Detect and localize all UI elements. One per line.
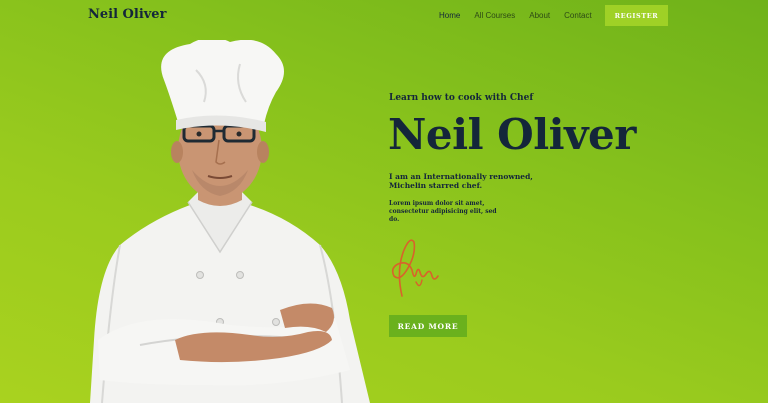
hero-title: Neil Oliver [388,110,636,159]
nav-home[interactable]: Home [439,11,460,20]
hero-description: Lorem ipsum dolor sit amet, consectetur … [389,200,497,223]
register-button[interactable]: REGISTER [605,5,668,26]
main-nav: Home All Courses About Contact [439,11,592,20]
site-logo[interactable]: Neil Oliver [88,7,166,22]
nav-contact[interactable]: Contact [564,11,592,20]
nav-all-courses[interactable]: All Courses [474,11,515,20]
read-more-button[interactable]: READ MORE [389,315,467,337]
hero-subtitle: Learn how to cook with Chef [389,93,534,103]
site-header: Neil Oliver Home All Courses About Conta… [0,0,768,32]
hero-tagline: I am an Internationally renowned, Michel… [389,172,533,191]
chef-photo [90,40,370,403]
nav-about[interactable]: About [529,11,550,20]
signature-image [391,239,439,297]
